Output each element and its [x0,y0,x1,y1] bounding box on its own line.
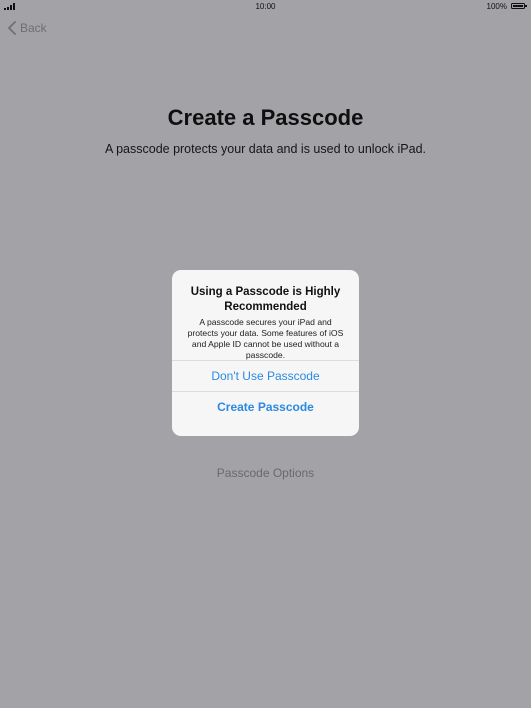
passcode-options-link[interactable]: Passcode Options [0,466,531,480]
status-time: 10:00 [255,2,276,11]
alert-message: A passcode secures your iPad and protect… [187,317,344,360]
battery-percent: 100% [486,2,507,11]
page-subtitle: A passcode protects your data and is use… [104,142,427,156]
alert-dialog: Using a Passcode is Highly Recommended A… [172,270,359,436]
chevron-left-icon [8,21,16,35]
back-label: Back [20,21,47,35]
alert-body: Using a Passcode is Highly Recommended A… [172,270,359,360]
back-button[interactable]: Back [8,21,47,35]
create-passcode-button[interactable]: Create Passcode [172,391,359,422]
status-bar: 10:00 100% [0,0,531,14]
dont-use-passcode-button[interactable]: Don't Use Passcode [172,360,359,391]
alert-title: Using a Passcode is Highly Recommended [190,286,341,313]
battery-icon [511,3,527,9]
page-title: Create a Passcode [167,105,364,130]
